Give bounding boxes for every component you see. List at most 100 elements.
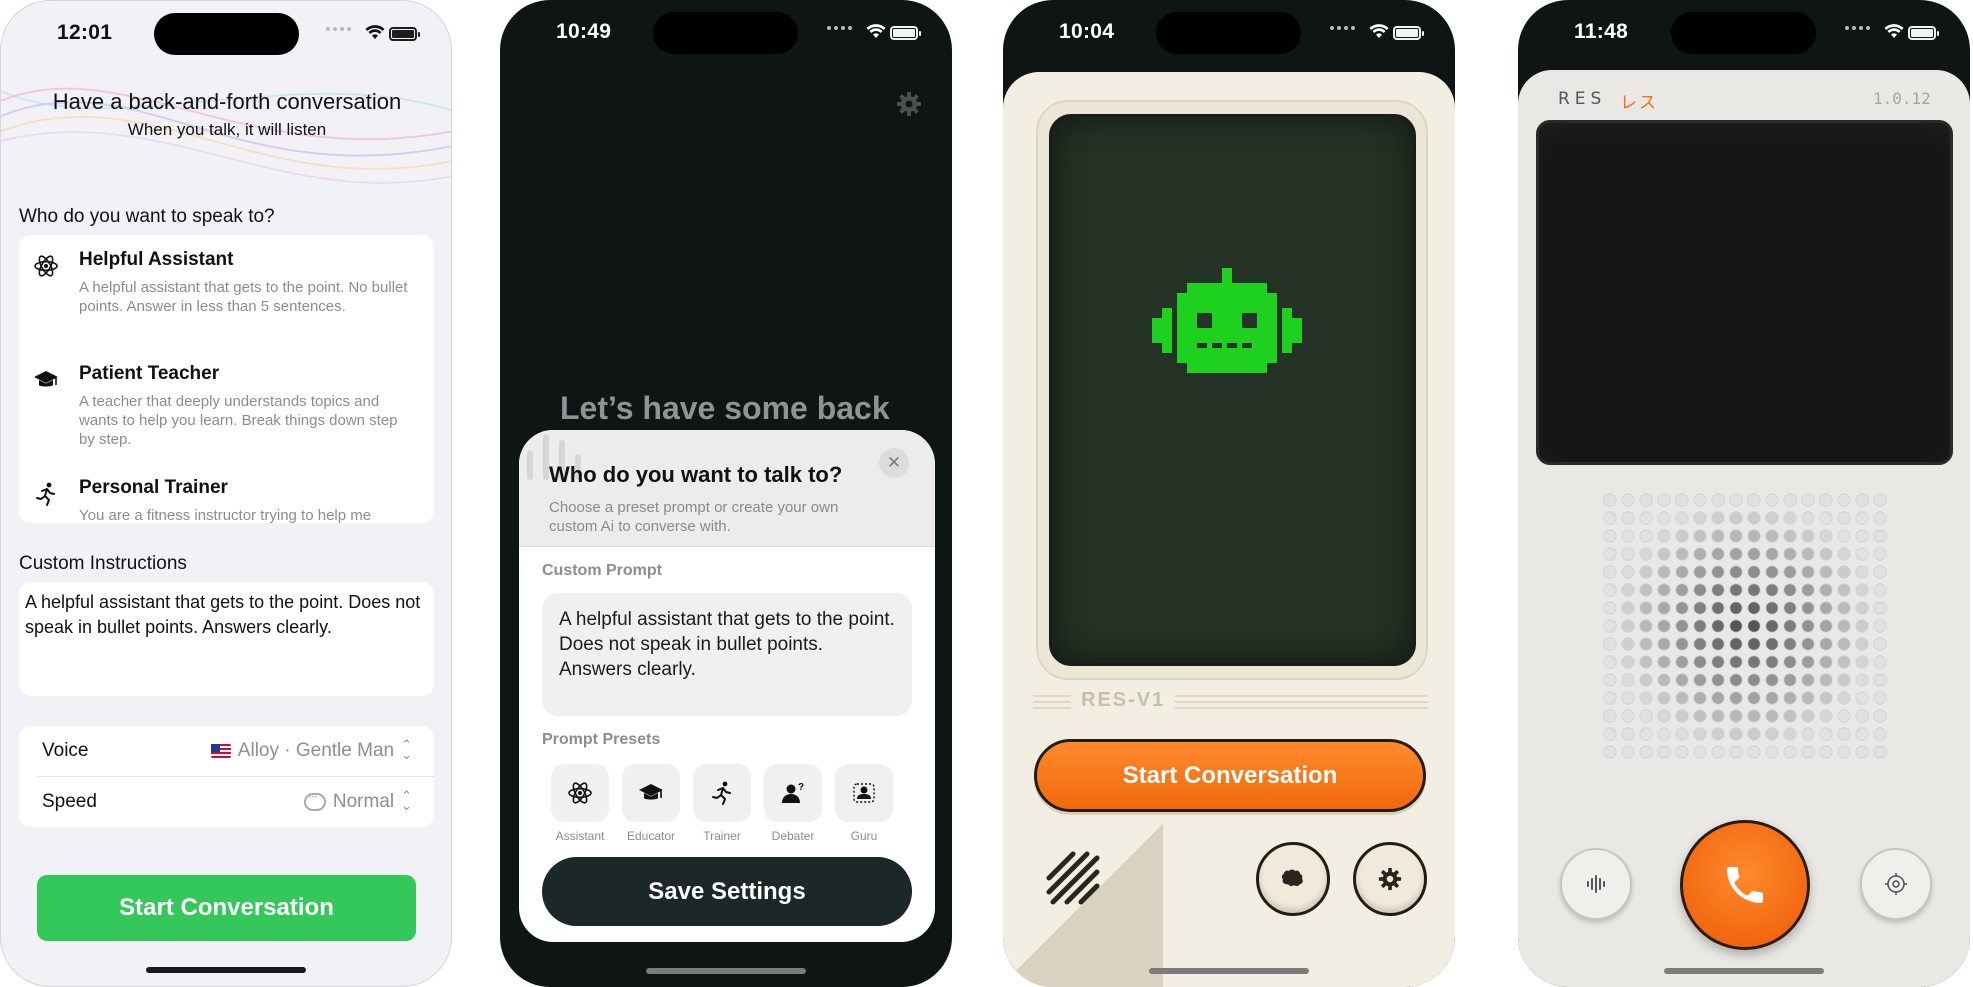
grille-hole xyxy=(1693,691,1707,705)
grille-hole xyxy=(1873,493,1887,507)
persona-item-teacher[interactable]: Patient Teacher A teacher that deeply un… xyxy=(19,363,434,463)
grille-hole xyxy=(1711,655,1725,669)
grille-hole xyxy=(1729,745,1743,759)
grille-hole xyxy=(1711,493,1725,507)
gear-icon xyxy=(1378,867,1402,891)
dynamic-island xyxy=(1671,12,1816,54)
grille-hole xyxy=(1837,493,1851,507)
grille-hole xyxy=(1747,691,1761,705)
grille-hole xyxy=(1747,565,1761,579)
grille-hole xyxy=(1639,583,1653,597)
start-conversation-button[interactable]: Start Conversation xyxy=(1034,739,1426,812)
grille-hole xyxy=(1657,673,1671,687)
grille-hole xyxy=(1819,727,1833,741)
voice-label: Voice xyxy=(42,740,89,761)
graduation-cap-icon xyxy=(34,371,58,387)
grille-hole xyxy=(1621,547,1635,561)
grille-hole xyxy=(1801,601,1815,615)
voice-picker[interactable]: Voice Alloy · Gentle Man ⌃ ⌄ xyxy=(19,726,434,777)
grille-hole xyxy=(1657,601,1671,615)
preset-assistant[interactable]: Assistant xyxy=(551,764,609,843)
grille-hole xyxy=(1657,691,1671,705)
grille-hole xyxy=(1765,493,1779,507)
battery-icon xyxy=(890,26,921,40)
wifi-icon xyxy=(1369,24,1389,38)
save-settings-button[interactable]: Save Settings xyxy=(542,857,912,926)
grille-hole xyxy=(1855,709,1869,723)
grille-hole xyxy=(1837,745,1851,759)
brand-name: RES xyxy=(1558,89,1607,109)
grille-hole xyxy=(1801,583,1815,597)
preset-educator[interactable]: Educator xyxy=(622,764,680,843)
grille-hole xyxy=(1693,673,1707,687)
speed-label: Speed xyxy=(42,791,97,812)
grille-hole xyxy=(1819,583,1833,597)
grille-hole xyxy=(1657,727,1671,741)
grille-hole xyxy=(1873,601,1887,615)
grille-hole xyxy=(1747,655,1761,669)
grille-hole xyxy=(1837,655,1851,669)
grille-hole xyxy=(1747,511,1761,525)
settings-button[interactable] xyxy=(1860,848,1932,920)
grille-hole xyxy=(1855,601,1869,615)
grille-hole xyxy=(1711,601,1725,615)
grille-hole xyxy=(1675,655,1689,669)
grille-hole xyxy=(1603,547,1617,561)
grille-hole xyxy=(1765,565,1779,579)
gear-icon[interactable] xyxy=(895,90,923,118)
grille-hole xyxy=(1711,745,1725,759)
speed-value: Normal xyxy=(332,791,395,812)
grille-hole xyxy=(1765,709,1779,723)
preset-tile xyxy=(551,764,609,822)
grille-hole xyxy=(1801,547,1815,561)
persona-list[interactable]: Helpful Assistant A helpful assistant th… xyxy=(19,235,434,523)
grille-hole xyxy=(1693,547,1707,561)
custom-instructions-label: Custom Instructions xyxy=(19,553,187,574)
start-conversation-button[interactable]: Start Conversation xyxy=(37,875,416,941)
preset-tile: ? xyxy=(764,764,822,822)
grille-hole xyxy=(1639,655,1653,669)
grille-hole xyxy=(1621,619,1635,633)
voice-button[interactable] xyxy=(1560,848,1632,920)
preset-trainer[interactable]: Trainer xyxy=(693,764,751,843)
grille-hole xyxy=(1819,565,1833,579)
grille-hole xyxy=(1783,601,1797,615)
grille-hole xyxy=(1657,619,1671,633)
battery-icon xyxy=(1908,26,1939,40)
preset-guru[interactable]: Guru xyxy=(835,764,893,843)
grille-hole xyxy=(1873,619,1887,633)
preset-debater[interactable]: ? Debater xyxy=(764,764,822,843)
close-icon[interactable]: ✕ xyxy=(879,448,909,478)
grille-hole xyxy=(1747,493,1761,507)
grille-hole xyxy=(1603,529,1617,543)
grille-hole xyxy=(1873,583,1887,597)
call-button[interactable] xyxy=(1680,820,1810,950)
grille-hole xyxy=(1747,619,1761,633)
grille-hole xyxy=(1657,709,1671,723)
speed-picker[interactable]: Speed Normal ⌃⌄ xyxy=(19,777,434,827)
grille-hole xyxy=(1657,565,1671,579)
wifi-icon xyxy=(1884,24,1904,38)
persona-item-trainer[interactable]: Personal Trainer You are a fitness instr… xyxy=(19,477,434,523)
grille-hole xyxy=(1603,655,1617,669)
persona-description: A teacher that deeply understands topics… xyxy=(79,393,398,448)
settings-button[interactable] xyxy=(1353,842,1427,916)
grille-hole xyxy=(1747,727,1761,741)
grille-hole xyxy=(1729,673,1743,687)
chevron-updown-icon: ⌃ ⌄ xyxy=(401,788,412,813)
custom-instructions-field[interactable]: A helpful assistant that gets to the poi… xyxy=(19,582,434,696)
dynamic-island xyxy=(653,12,798,54)
grille-hole xyxy=(1603,745,1617,759)
grille-hole xyxy=(1837,637,1851,651)
grille-hole xyxy=(1711,727,1725,741)
grille-hole xyxy=(1855,691,1869,705)
custom-prompt-input[interactable]: A helpful assistant that gets to the poi… xyxy=(542,593,912,716)
svg-text:?: ? xyxy=(798,782,804,793)
persona-item-assistant[interactable]: Helpful Assistant A helpful assistant th… xyxy=(19,249,434,349)
grille-hole xyxy=(1837,511,1851,525)
grille-hole xyxy=(1603,691,1617,705)
grille-hole xyxy=(1837,529,1851,543)
grille-hole xyxy=(1837,583,1851,597)
grille-hole xyxy=(1711,529,1725,543)
brain-button[interactable] xyxy=(1256,842,1330,916)
